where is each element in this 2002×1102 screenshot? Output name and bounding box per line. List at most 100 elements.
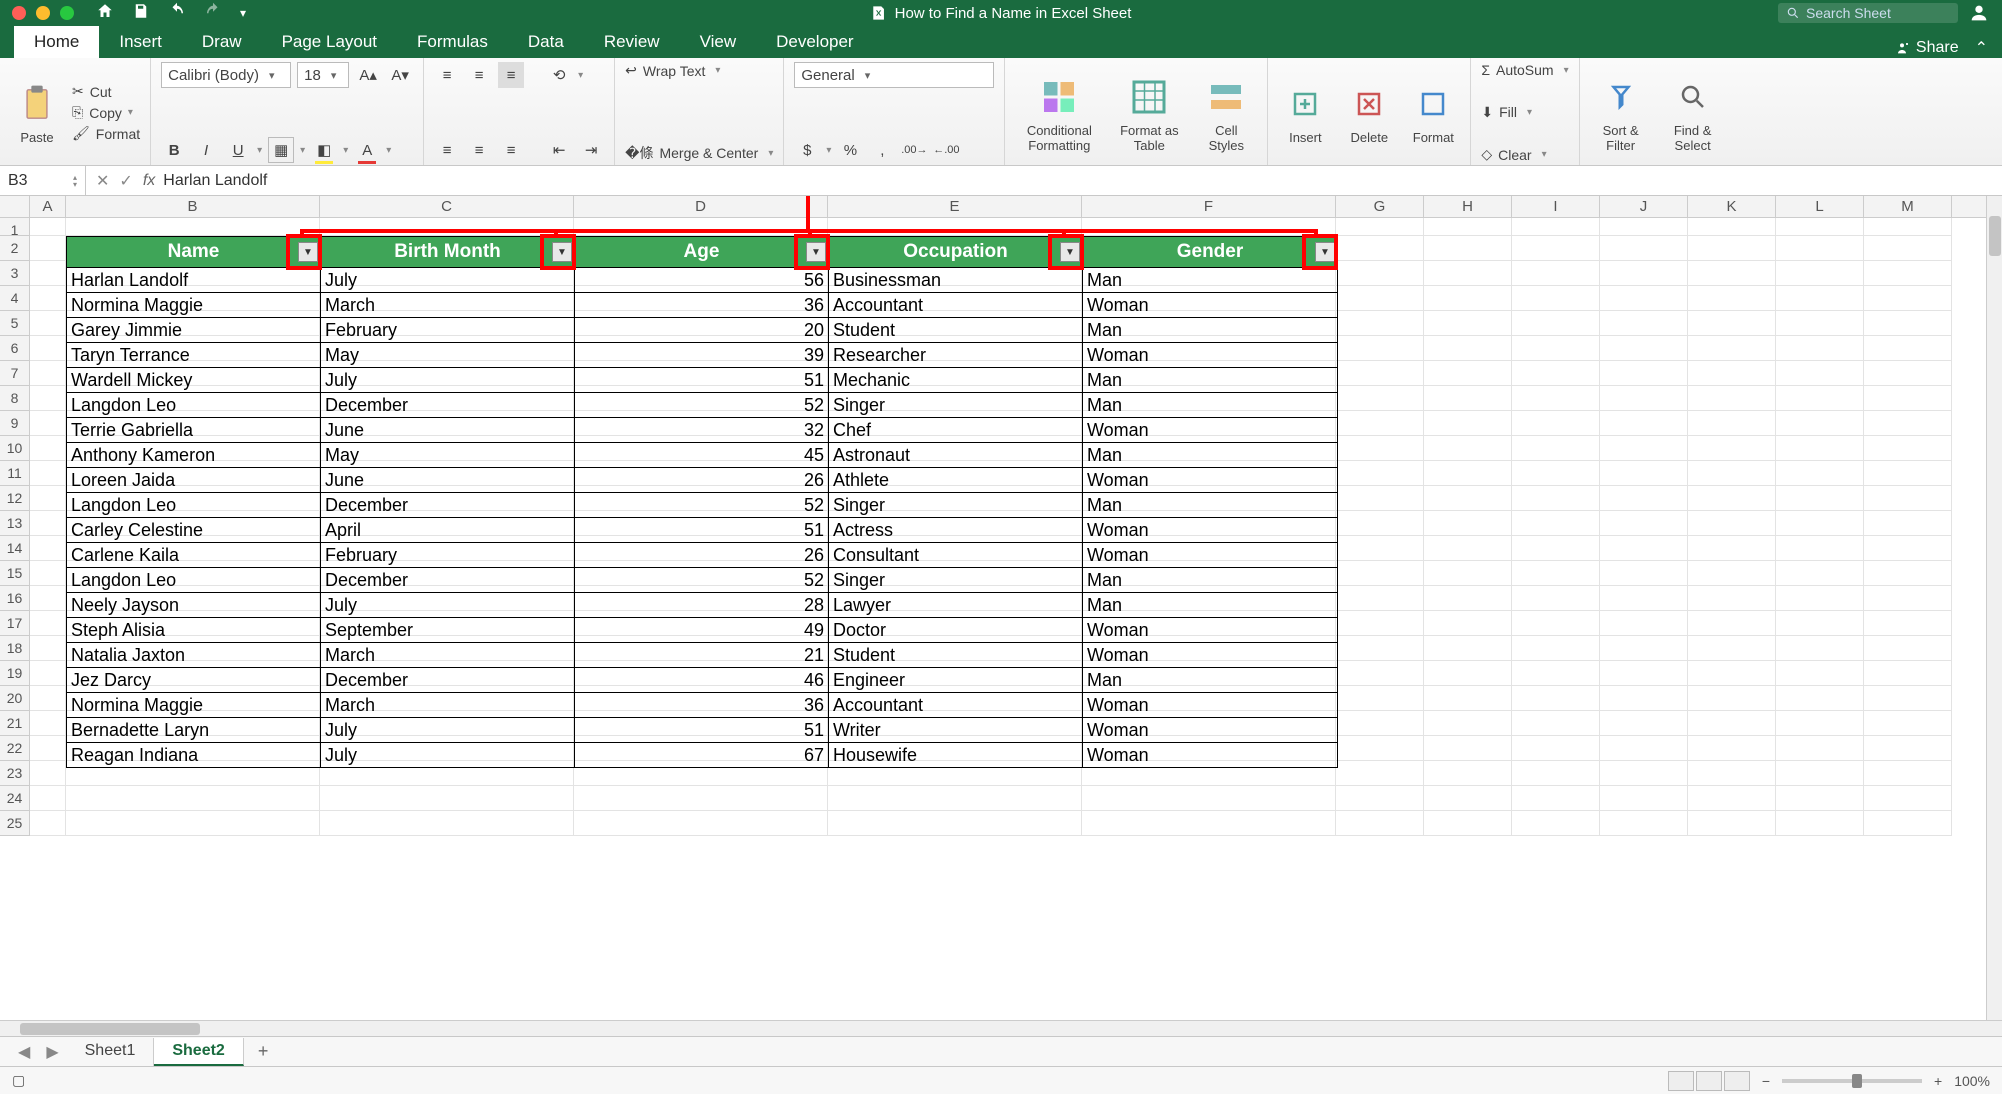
table-header[interactable]: Birth Month▼ [321, 237, 575, 267]
orientation-button[interactable]: ⟲ [546, 62, 572, 88]
zoom-level[interactable]: 100% [1954, 1073, 1990, 1089]
table-cell[interactable]: Taryn Terrance [67, 342, 321, 367]
column-header[interactable]: G [1336, 196, 1424, 217]
table-row[interactable]: Jez DarcyDecember46EngineerMan [67, 667, 1337, 692]
maximize-window-button[interactable] [60, 6, 74, 20]
table-cell[interactable]: Bernadette Laryn [67, 717, 321, 742]
table-cell[interactable]: 67 [575, 742, 829, 767]
sheet-nav-next[interactable]: ▶ [38, 1042, 66, 1062]
filter-dropdown-button[interactable]: ▼ [1060, 242, 1080, 262]
align-middle-button[interactable]: ≡ [466, 62, 492, 88]
column-header[interactable]: H [1424, 196, 1512, 217]
table-cell[interactable]: Accountant [829, 692, 1083, 717]
merge-center-button[interactable]: �條Merge & Center▾ [625, 143, 773, 163]
page-break-view-button[interactable] [1724, 1071, 1750, 1091]
table-cell[interactable]: 21 [575, 642, 829, 667]
table-cell[interactable]: Student [829, 317, 1083, 342]
table-row[interactable]: Bernadette LarynJuly51WriterWoman [67, 717, 1337, 742]
table-cell[interactable]: June [321, 417, 575, 442]
table-cell[interactable]: 26 [575, 467, 829, 492]
column-header[interactable]: E [828, 196, 1082, 217]
accept-formula-icon[interactable]: ✓ [119, 171, 132, 191]
format-painter-button[interactable]: 🖌Format [72, 125, 140, 142]
table-cell[interactable]: Engineer [829, 667, 1083, 692]
fill-color-button[interactable]: ◧ [311, 137, 337, 163]
table-cell[interactable]: February [321, 542, 575, 567]
row-header[interactable]: 8 [0, 386, 30, 411]
row-header[interactable]: 5 [0, 311, 30, 336]
table-row[interactable]: Harlan LandolfJuly56BusinessmanMan [67, 267, 1337, 292]
column-header[interactable]: L [1776, 196, 1864, 217]
table-cell[interactable]: February [321, 317, 575, 342]
table-row[interactable]: Langdon LeoDecember52SingerMan [67, 567, 1337, 592]
table-cell[interactable]: May [321, 442, 575, 467]
table-row[interactable]: Reagan IndianaJuly67HousewifeWoman [67, 742, 1337, 767]
table-cell[interactable]: Man [1083, 367, 1337, 392]
page-layout-view-button[interactable] [1696, 1071, 1722, 1091]
table-cell[interactable]: Woman [1083, 342, 1337, 367]
table-cell[interactable]: Man [1083, 267, 1337, 292]
table-cell[interactable]: Student [829, 642, 1083, 667]
row-header[interactable]: 14 [0, 536, 30, 561]
ribbon-tab-data[interactable]: Data [508, 26, 584, 58]
formula-input[interactable]: Harlan Landolf [163, 172, 2002, 190]
format-cells-button[interactable]: Format [1406, 80, 1460, 145]
table-cell[interactable]: Chef [829, 417, 1083, 442]
table-cell[interactable]: Woman [1083, 642, 1337, 667]
decrease-indent-button[interactable]: ⇤ [546, 137, 572, 163]
row-header[interactable]: 10 [0, 436, 30, 461]
align-bottom-button[interactable]: ≡ [498, 62, 524, 88]
column-header[interactable]: D [574, 196, 828, 217]
table-cell[interactable]: Woman [1083, 292, 1337, 317]
table-cell[interactable]: July [321, 592, 575, 617]
table-cell[interactable]: 52 [575, 567, 829, 592]
column-header[interactable]: C [320, 196, 574, 217]
table-cell[interactable]: Loreen Jaida [67, 467, 321, 492]
table-header[interactable]: Age▼ [575, 237, 829, 267]
increase-indent-button[interactable]: ⇥ [578, 137, 604, 163]
underline-button[interactable]: U [225, 137, 251, 163]
table-cell[interactable]: 39 [575, 342, 829, 367]
table-cell[interactable]: Langdon Leo [67, 567, 321, 592]
table-cell[interactable]: Woman [1083, 742, 1337, 767]
ribbon-tab-draw[interactable]: Draw [182, 26, 262, 58]
row-header[interactable]: 2 [0, 236, 30, 261]
table-cell[interactable]: 28 [575, 592, 829, 617]
table-cell[interactable]: Astronaut [829, 442, 1083, 467]
table-cell[interactable]: Woman [1083, 467, 1337, 492]
align-left-button[interactable]: ≡ [434, 137, 460, 163]
table-header[interactable]: Gender▼ [1083, 237, 1337, 267]
table-row[interactable]: Normina MaggieMarch36AccountantWoman [67, 692, 1337, 717]
percent-button[interactable]: % [837, 137, 863, 163]
row-header[interactable]: 9 [0, 411, 30, 436]
table-cell[interactable]: Woman [1083, 542, 1337, 567]
table-cell[interactable]: June [321, 467, 575, 492]
collapse-ribbon-icon[interactable]: ⌃ [1975, 38, 1988, 58]
add-sheet-button[interactable]: + [244, 1041, 283, 1062]
delete-cells-button[interactable]: Delete [1342, 80, 1396, 145]
minimize-window-button[interactable] [36, 6, 50, 20]
table-cell[interactable]: Man [1083, 667, 1337, 692]
table-cell[interactable]: Carley Celestine [67, 517, 321, 542]
decrease-decimal-button[interactable]: ←.00 [933, 137, 959, 163]
ribbon-tab-developer[interactable]: Developer [756, 26, 874, 58]
ribbon-tab-page-layout[interactable]: Page Layout [262, 26, 397, 58]
table-cell[interactable]: Woman [1083, 717, 1337, 742]
zoom-slider[interactable] [1782, 1079, 1922, 1083]
font-size-select[interactable]: 18 [297, 62, 349, 88]
table-cell[interactable]: Wardell Mickey [67, 367, 321, 392]
row-header[interactable]: 7 [0, 361, 30, 386]
table-row[interactable]: Langdon LeoDecember52SingerMan [67, 492, 1337, 517]
table-cell[interactable]: July [321, 717, 575, 742]
number-format-select[interactable]: General [794, 62, 994, 88]
table-cell[interactable]: Man [1083, 492, 1337, 517]
zoom-out-button[interactable]: − [1762, 1073, 1770, 1089]
bold-button[interactable]: B [161, 137, 187, 163]
zoom-in-button[interactable]: + [1934, 1073, 1942, 1089]
macro-record-icon[interactable]: ▢ [12, 1072, 25, 1089]
table-cell[interactable]: 36 [575, 292, 829, 317]
row-header[interactable]: 24 [0, 786, 30, 811]
table-cell[interactable]: July [321, 267, 575, 292]
table-cell[interactable]: Normina Maggie [67, 692, 321, 717]
row-header[interactable]: 16 [0, 586, 30, 611]
